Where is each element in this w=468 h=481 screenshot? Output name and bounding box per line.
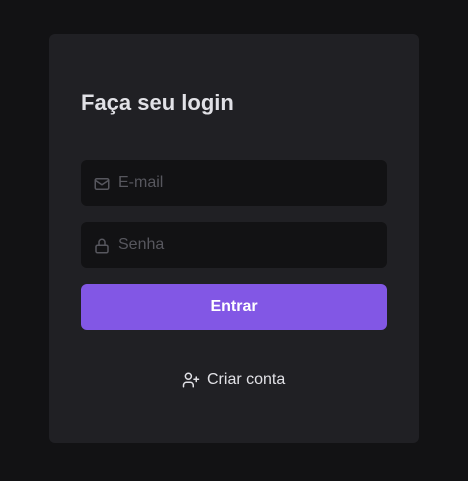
login-card: Faça seu login Entrar Criar conta <box>49 34 419 443</box>
email-input[interactable] <box>118 160 378 206</box>
create-account-label: Criar conta <box>207 371 286 388</box>
page-title: Faça seu login <box>81 90 234 115</box>
login-button[interactable]: Entrar <box>81 284 387 330</box>
mail-icon <box>94 178 110 190</box>
password-input[interactable] <box>118 222 378 268</box>
user-plus-icon <box>182 372 200 388</box>
lock-icon <box>95 238 109 254</box>
create-account-link[interactable]: Criar conta <box>182 368 285 392</box>
email-field[interactable] <box>81 160 387 206</box>
password-field[interactable] <box>81 222 387 268</box>
